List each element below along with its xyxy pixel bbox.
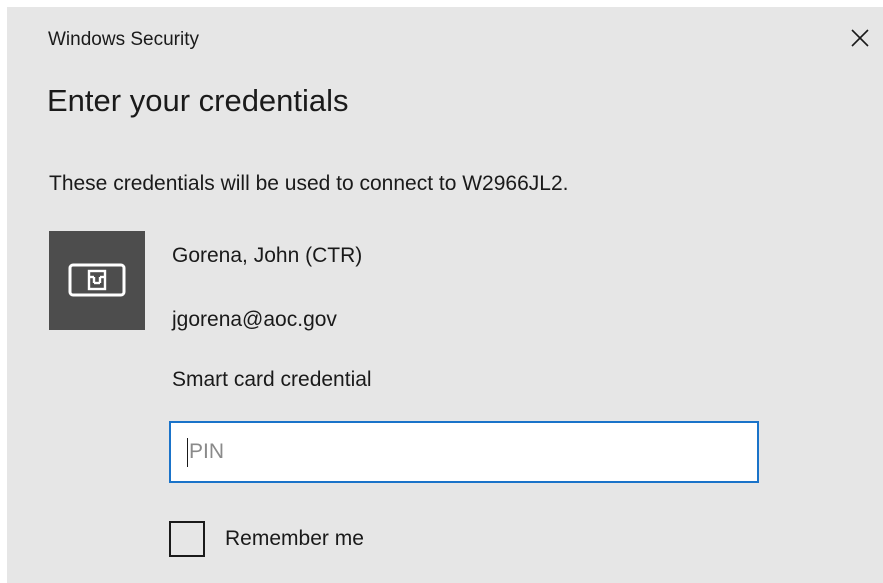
- text-caret: [187, 438, 188, 467]
- remember-me-option[interactable]: Remember me: [169, 519, 364, 559]
- close-icon: [851, 29, 869, 47]
- remember-me-checkbox[interactable]: [169, 521, 205, 557]
- close-button[interactable]: [845, 23, 875, 53]
- credential-type: Smart card credential: [172, 368, 372, 391]
- smart-card-icon: [68, 263, 126, 297]
- window-title: Windows Security: [48, 29, 199, 50]
- smart-card-tile: [49, 231, 145, 330]
- credential-email: jgorena@aoc.gov: [172, 308, 337, 331]
- remember-me-label: Remember me: [225, 527, 364, 550]
- dialog-heading: Enter your credentials: [47, 83, 349, 118]
- credential-name: Gorena, John (CTR): [172, 244, 363, 267]
- dialog-description: These credentials will be used to connec…: [49, 172, 569, 195]
- pin-input[interactable]: [169, 421, 759, 483]
- credentials-dialog: Windows Security Enter your credentials …: [7, 7, 883, 583]
